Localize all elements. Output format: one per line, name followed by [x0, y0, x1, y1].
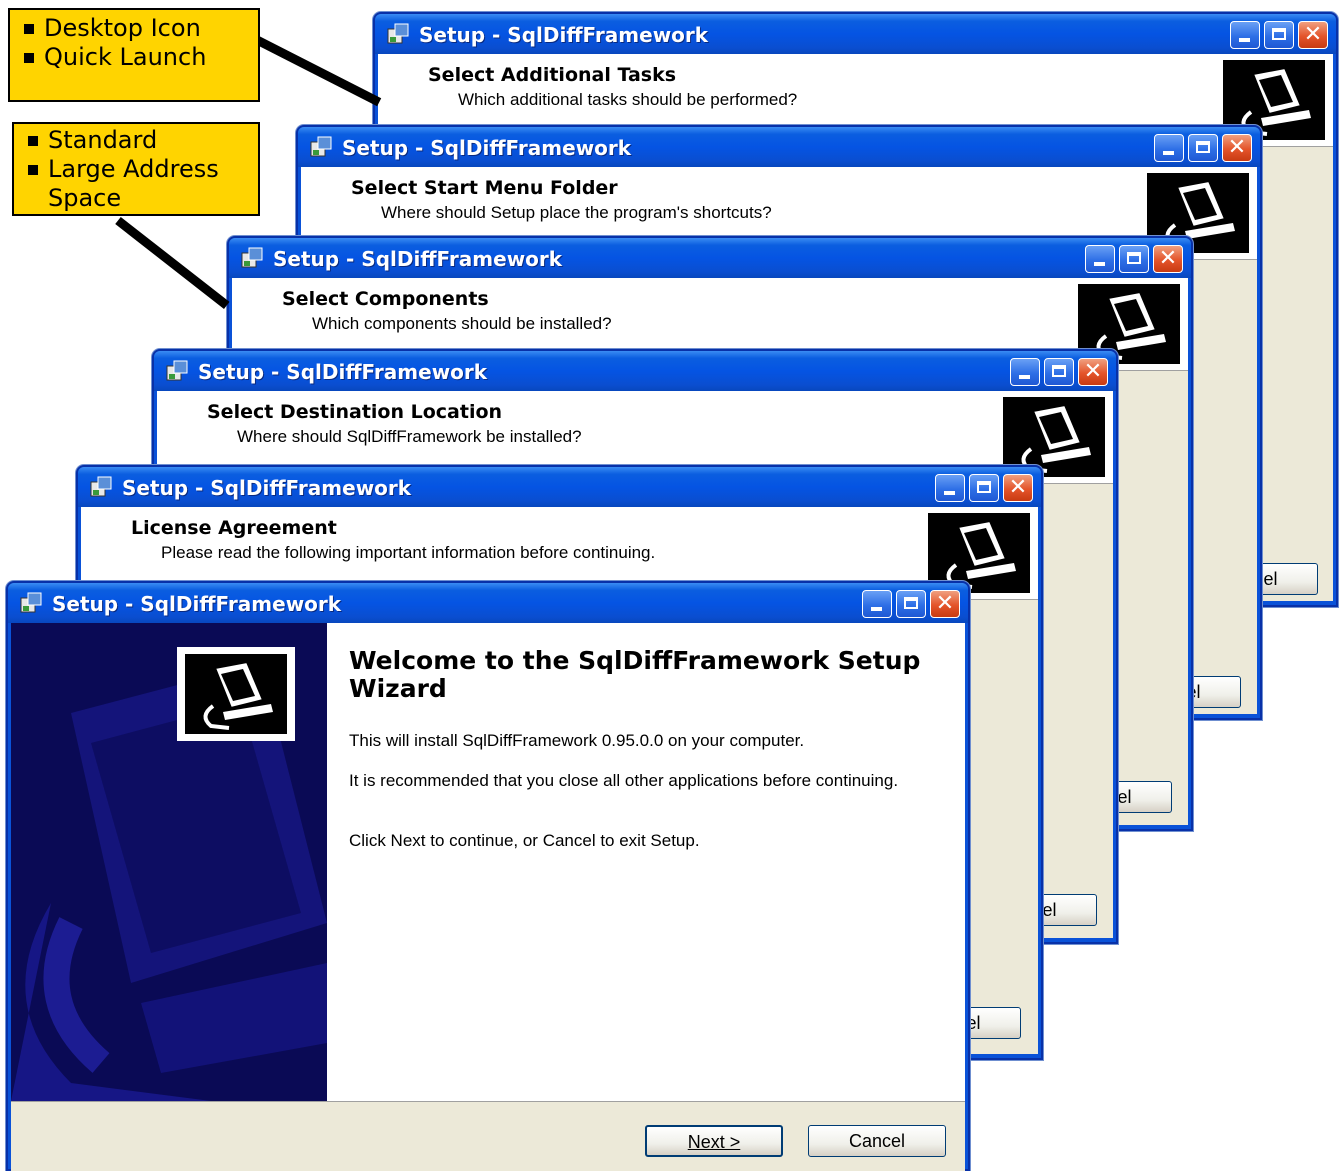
close-icon: ✕: [1008, 475, 1028, 500]
computer-install-icon: [185, 654, 287, 734]
button-bar-divider: [11, 1101, 965, 1102]
window-title: Setup - SqlDiffFramework: [52, 592, 342, 616]
maximize-button[interactable]: [1044, 358, 1074, 386]
close-icon: ✕: [1303, 22, 1323, 47]
minimize-icon: [1239, 38, 1250, 42]
maximize-icon: [1272, 28, 1286, 40]
setup-app-icon: [90, 476, 112, 497]
maximize-icon: [1052, 365, 1066, 377]
wizard-logo-frame: [177, 647, 295, 741]
titlebar[interactable]: Setup - SqlDiffFramework ✕: [375, 14, 1336, 54]
setup-app-icon: [166, 360, 188, 381]
next-button[interactable]: Next >: [645, 1125, 783, 1157]
minimize-button[interactable]: [1010, 358, 1040, 386]
callout-item: Quick Launch: [24, 43, 250, 72]
minimize-button[interactable]: [935, 474, 965, 502]
welcome-paragraph-3: Click Next to continue, or Cancel to exi…: [349, 831, 700, 850]
titlebar[interactable]: Setup - SqlDiffFramework ✕: [154, 351, 1116, 391]
callout-tasks: Desktop Icon Quick Launch: [8, 8, 260, 102]
callout-components: Standard Large Address Space: [12, 122, 260, 216]
callout-item: Standard: [28, 126, 250, 155]
close-icon: ✕: [1158, 246, 1178, 271]
cancel-label: el: [1263, 569, 1278, 589]
cancel-label: Cancel: [848, 1131, 906, 1151]
callout-item-text: Standard: [48, 126, 158, 154]
maximize-button[interactable]: [896, 590, 926, 618]
window-title: Setup - SqlDiffFramework: [122, 476, 412, 500]
minimize-icon: [1094, 262, 1105, 266]
titlebar[interactable]: Setup - SqlDiffFramework ✕: [298, 127, 1260, 167]
welcome-paragraph-1: This will install SqlDiffFramework 0.95.…: [349, 731, 805, 750]
callout-pointer-tasks: [255, 36, 382, 107]
welcome-heading: Welcome to the SqlDiffFramework Setup Wi…: [349, 646, 921, 703]
minimize-icon: [871, 607, 882, 611]
close-button[interactable]: ✕: [1298, 21, 1328, 49]
maximize-icon: [1127, 252, 1141, 264]
page-subtitle: Where should SqlDiffFramework be install…: [237, 427, 582, 446]
bullet-icon: [24, 24, 34, 34]
cancel-button[interactable]: Cancel: [808, 1125, 946, 1157]
close-button[interactable]: ✕: [1153, 245, 1183, 273]
minimize-icon: [944, 491, 955, 495]
minimize-button[interactable]: [1085, 245, 1115, 273]
page-subtitle: Where should Setup place the program's s…: [381, 203, 772, 222]
page-title: Select Additional Tasks: [428, 64, 677, 86]
setup-app-icon: [310, 136, 332, 157]
wizard-banner: [11, 623, 327, 1101]
callout-pointer-components: [115, 216, 230, 310]
window-title: Setup - SqlDiffFramework: [419, 23, 709, 47]
bullet-icon: [24, 53, 34, 63]
minimize-button[interactable]: [862, 590, 892, 618]
callout-item: Large Address Space: [28, 155, 250, 213]
titlebar[interactable]: Setup - SqlDiffFramework ✕: [8, 583, 968, 623]
maximize-button[interactable]: [969, 474, 999, 502]
cancel-label: el: [1042, 900, 1057, 920]
welcome-content: Welcome to the SqlDiffFramework Setup Wi…: [327, 623, 965, 1101]
close-icon: ✕: [1083, 359, 1103, 384]
close-icon: ✕: [1227, 135, 1247, 160]
titlebar[interactable]: Setup - SqlDiffFramework ✕: [78, 467, 1041, 507]
minimize-button[interactable]: [1154, 134, 1184, 162]
page-title: Select Components: [282, 288, 489, 310]
setup-app-icon: [387, 23, 409, 44]
window-title: Setup - SqlDiffFramework: [273, 247, 563, 271]
page-subtitle: Which components should be installed?: [312, 314, 612, 333]
close-button[interactable]: ✕: [1222, 134, 1252, 162]
close-icon: ✕: [935, 591, 955, 616]
page-subtitle: Please read the following important info…: [161, 543, 656, 562]
maximize-button[interactable]: [1264, 21, 1294, 49]
maximize-icon: [977, 481, 991, 493]
bullet-icon: [28, 165, 38, 175]
bullet-icon: [28, 136, 38, 146]
maximize-button[interactable]: [1119, 245, 1149, 273]
callout-item-text: Quick Launch: [44, 43, 207, 71]
welcome-client: Welcome to the SqlDiffFramework Setup Wi…: [11, 623, 965, 1171]
titlebar[interactable]: Setup - SqlDiffFramework ✕: [229, 238, 1191, 278]
maximize-icon: [904, 597, 918, 609]
next-label: Next >: [687, 1132, 741, 1152]
cancel-label: el: [1117, 787, 1132, 807]
page-title: Select Start Menu Folder: [351, 177, 618, 199]
close-button[interactable]: ✕: [1078, 358, 1108, 386]
setup-app-icon: [20, 592, 42, 613]
minimize-icon: [1163, 151, 1174, 155]
page-title: Select Destination Location: [207, 401, 503, 423]
maximize-icon: [1196, 141, 1210, 153]
close-button[interactable]: ✕: [1003, 474, 1033, 502]
window-title: Setup - SqlDiffFramework: [342, 136, 632, 160]
maximize-button[interactable]: [1188, 134, 1218, 162]
window-welcome: Setup - SqlDiffFramework ✕ Welcome to th…: [6, 581, 970, 1171]
callout-item: Desktop Icon: [24, 14, 250, 43]
minimize-icon: [1019, 375, 1030, 379]
setup-app-icon: [241, 247, 263, 268]
page-subtitle: Which additional tasks should be perform…: [458, 90, 798, 109]
page-title: License Agreement: [131, 517, 337, 539]
minimize-button[interactable]: [1230, 21, 1260, 49]
window-title: Setup - SqlDiffFramework: [198, 360, 488, 384]
welcome-paragraph-2: It is recommended that you close all oth…: [349, 771, 899, 790]
close-button[interactable]: ✕: [930, 590, 960, 618]
callout-item-text: Desktop Icon: [44, 14, 201, 42]
callout-item-text: Large Address Space: [48, 155, 219, 212]
